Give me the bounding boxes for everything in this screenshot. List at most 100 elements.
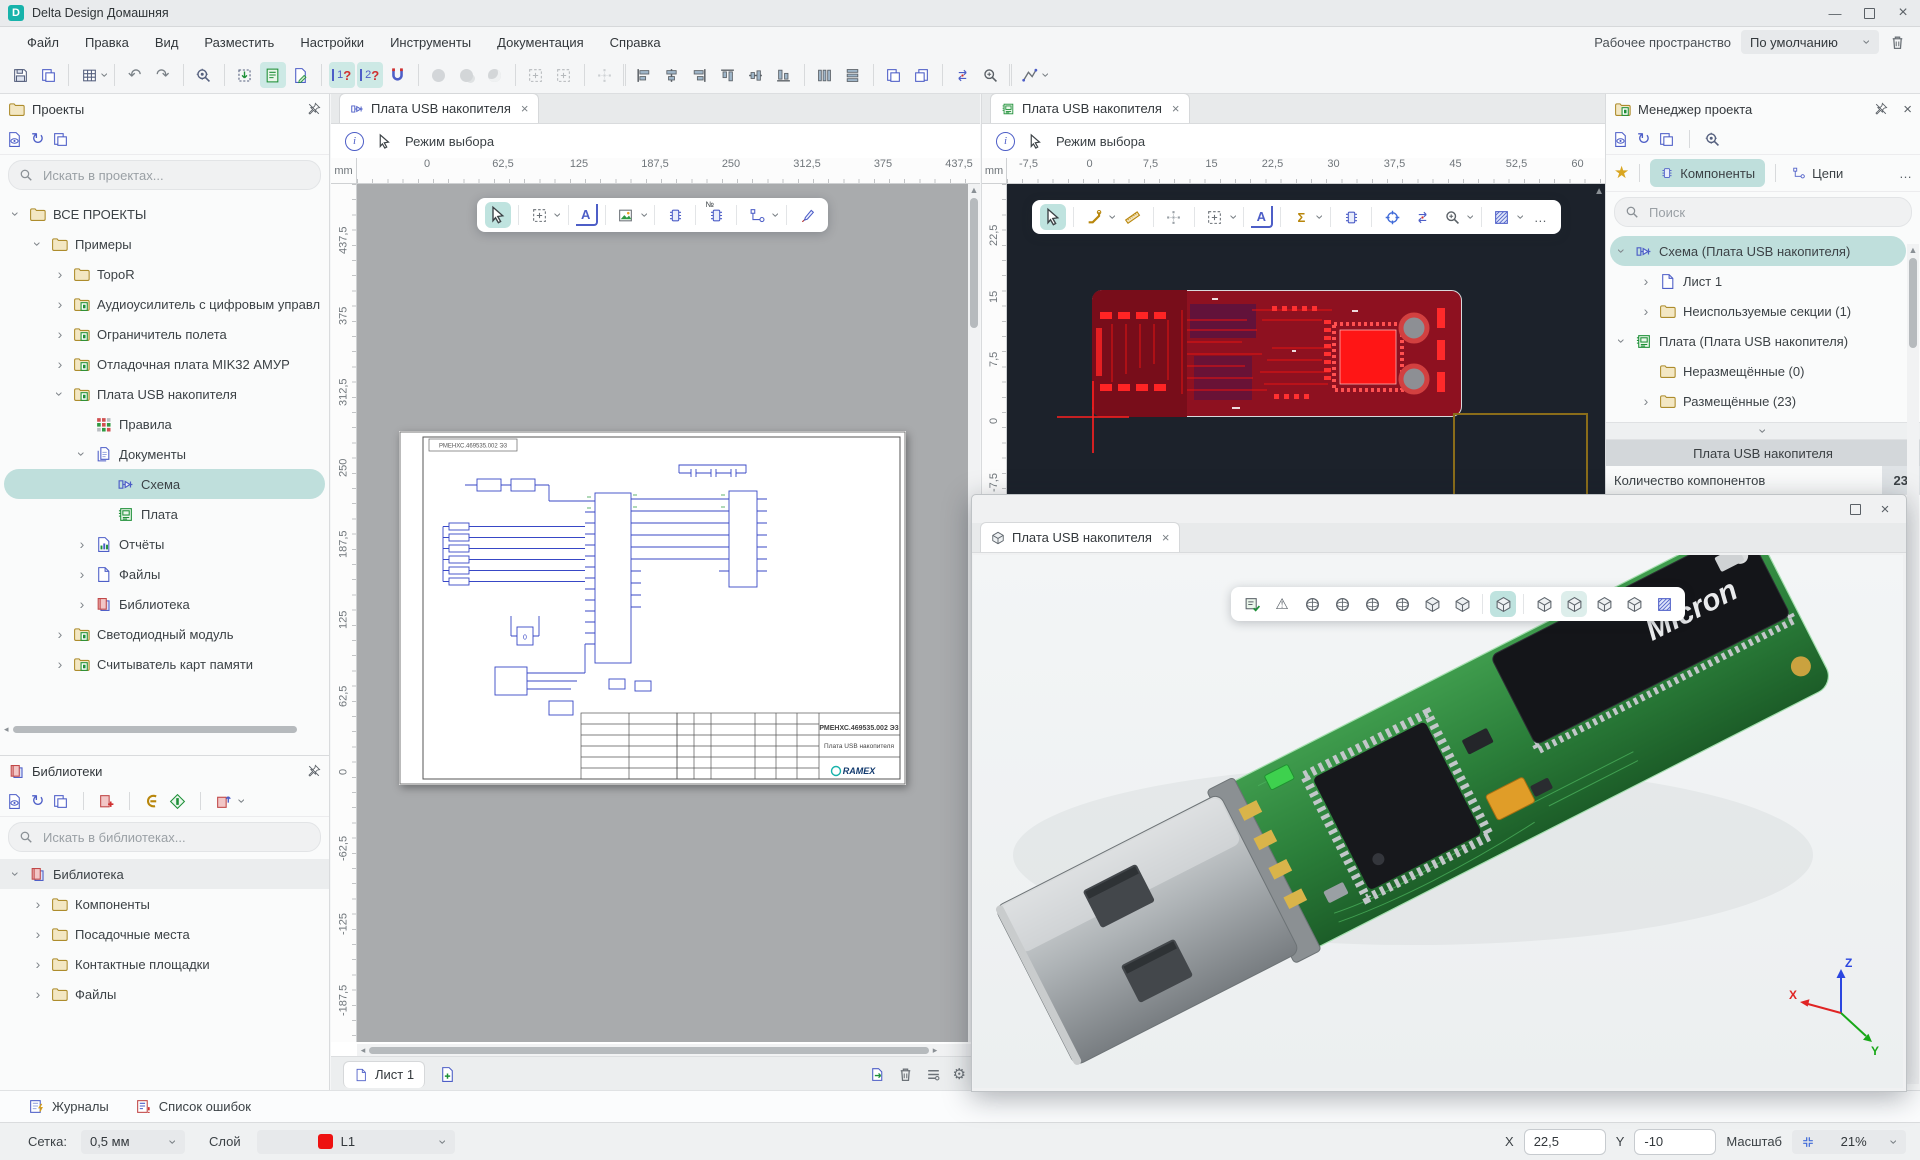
export-library-icon[interactable]	[215, 793, 232, 810]
bottom-view-button[interactable]	[1621, 591, 1647, 617]
align-bottom-button[interactable]	[771, 62, 797, 88]
copy-tabs-icon[interactable]	[52, 793, 69, 810]
chevron-down-icon[interactable]: ›	[1314, 215, 1328, 220]
chevron-down-icon[interactable]: ›	[551, 213, 565, 218]
tree-item-reports[interactable]: ›Отчёты	[0, 529, 329, 559]
formula-tool-button[interactable]: Σ	[1288, 204, 1314, 230]
select-region-button[interactable]	[523, 62, 549, 88]
refresh-icon[interactable]: ↻	[31, 129, 44, 149]
menu-documentation[interactable]: Документация	[484, 29, 597, 55]
find-document-icon[interactable]	[1704, 131, 1721, 148]
chevron-down-icon[interactable]: ›	[1514, 215, 1528, 220]
menu-help[interactable]: Справка	[597, 29, 674, 55]
close-tab-icon[interactable]: ×	[521, 101, 529, 116]
route-tool-button[interactable]	[1081, 204, 1107, 230]
auto-numbering-toggle-1[interactable]: 1?	[329, 62, 355, 88]
sheet-edit-button[interactable]	[288, 62, 314, 88]
snap-center-button[interactable]	[1379, 204, 1405, 230]
array-button[interactable]	[592, 62, 618, 88]
close-button[interactable]: ×	[1886, 1, 1920, 26]
tree-item-sheet1[interactable]: ›Лист 1	[1606, 266, 1920, 296]
menu-place[interactable]: Разместить	[191, 29, 287, 55]
sheet-settings-icon[interactable]	[925, 1066, 942, 1083]
libraries-search-input[interactable]	[41, 829, 310, 846]
subtract-button[interactable]	[482, 62, 508, 88]
tree-item-library-root[interactable]: ›Библиотека	[0, 859, 329, 889]
marquee-tool-button[interactable]	[1202, 204, 1228, 230]
pin-icon[interactable]	[307, 102, 321, 116]
pan-view-button[interactable]	[1359, 591, 1385, 617]
tree-item-board-doc[interactable]: ›Плата (Плата USB накопителя)	[1606, 326, 1920, 356]
preview-document-icon[interactable]	[6, 131, 23, 148]
tree-item-all-projects[interactable]: ›ВСЕ ПРОЕКТЫ	[0, 199, 329, 229]
pcb-vscroll-arrow[interactable]: ▲	[1594, 186, 1604, 197]
manager-search[interactable]	[1614, 197, 1912, 227]
refresh-icon[interactable]: ↻	[1637, 129, 1650, 149]
maximize-window-icon[interactable]	[1840, 497, 1870, 521]
flip-board-button[interactable]	[1409, 204, 1435, 230]
search-settings-button[interactable]	[191, 62, 217, 88]
info-icon[interactable]: i	[996, 132, 1015, 151]
tree-item-examples[interactable]: ›Примеры	[0, 229, 329, 259]
warnings-button[interactable]: ⚠	[1269, 591, 1295, 617]
undo-button[interactable]: ↶	[122, 62, 148, 88]
projects-search-input[interactable]	[41, 167, 310, 184]
tree-item-topor[interactable]: ›TopoR	[0, 259, 329, 289]
preview-document-icon[interactable]	[6, 793, 23, 810]
rotate-view-button[interactable]	[1329, 591, 1355, 617]
polygon-pour-button[interactable]	[1489, 204, 1515, 230]
manager-vscrollbar[interactable]: ▲	[1907, 244, 1919, 1084]
tree-item-placed[interactable]: ›Размещённые (23)	[1606, 386, 1920, 416]
select-tool-button[interactable]	[1040, 204, 1066, 230]
refresh-icon[interactable]: ↻	[31, 791, 44, 811]
grid-select[interactable]: 0,5 мм›	[81, 1130, 185, 1154]
viewer3d-titlebar[interactable]: ×	[972, 495, 1906, 523]
board-check-view-button[interactable]	[1239, 591, 1265, 617]
tree-item-footprints[interactable]: ›Посадочные места	[0, 919, 329, 949]
tree-item-files[interactable]: ›Файлы	[0, 559, 329, 589]
tree-item-schematic[interactable]: Схема	[4, 469, 325, 499]
group-button[interactable]	[426, 62, 452, 88]
chevron-down-icon[interactable]: ›	[770, 213, 784, 218]
more-tools-button[interactable]: …	[1527, 204, 1553, 230]
orbit-view-button[interactable]	[1299, 591, 1325, 617]
chevron-down-icon[interactable]: ›	[1464, 215, 1478, 220]
chevron-down-icon[interactable]: ›	[1039, 73, 1053, 78]
image-tool-button[interactable]	[613, 202, 639, 228]
tab-nets[interactable]: Цепи	[1786, 159, 1849, 187]
chevron-down-icon[interactable]: ›	[236, 799, 250, 804]
tree-item-mik32[interactable]: ›Отладочная плата MIK32 АМУР	[0, 349, 329, 379]
tree-item-lib-files[interactable]: ›Файлы	[0, 979, 329, 1009]
save-all-button[interactable]	[35, 62, 61, 88]
sheet-view-toggle[interactable]	[260, 62, 286, 88]
net-tool-button[interactable]	[744, 202, 770, 228]
tree-item-audio-amp[interactable]: ›Аудиоусилитель с цифровым управл	[0, 289, 329, 319]
menu-settings[interactable]: Настройки	[287, 29, 377, 55]
libraries-search[interactable]	[8, 822, 321, 852]
projects-search[interactable]	[8, 160, 321, 190]
text-tool-button[interactable]: A	[576, 204, 598, 226]
perspective-view-button[interactable]	[1561, 591, 1587, 617]
auto-numbering-toggle-2[interactable]: 2?	[357, 62, 383, 88]
tree-item-unused-sections[interactable]: ›Неиспользуемые секции (1)	[1606, 296, 1920, 326]
menu-file[interactable]: Файл	[14, 29, 72, 55]
dock-tab-errors[interactable]: Список ошибок	[135, 1098, 251, 1115]
menu-view[interactable]: Вид	[142, 29, 192, 55]
more-tabs-button[interactable]: …	[1899, 166, 1912, 181]
tree-item-pads[interactable]: ›Контактные площадки	[0, 949, 329, 979]
select-lasso-button[interactable]	[551, 62, 577, 88]
distribute-h-button[interactable]	[812, 62, 838, 88]
manager-search-input[interactable]	[1647, 204, 1901, 221]
align-left-button[interactable]	[631, 62, 657, 88]
copy-tabs-icon[interactable]	[1658, 131, 1675, 148]
tree-item-usb-board[interactable]: ›Плата USB накопителя	[0, 379, 329, 409]
x-coordinate-input[interactable]	[1524, 1129, 1606, 1155]
favorites-icon[interactable]: ★	[1614, 163, 1629, 183]
viewer3d-tab[interactable]: Плата USB накопителя ×	[980, 522, 1180, 552]
iso-view-button[interactable]	[1531, 591, 1557, 617]
component-standard-icon[interactable]	[169, 793, 186, 810]
redo-button[interactable]: ↷	[150, 62, 176, 88]
chevron-down-icon[interactable]: ›	[1227, 215, 1241, 220]
magnet-snap-button[interactable]	[385, 62, 411, 88]
align-middle-button[interactable]	[743, 62, 769, 88]
